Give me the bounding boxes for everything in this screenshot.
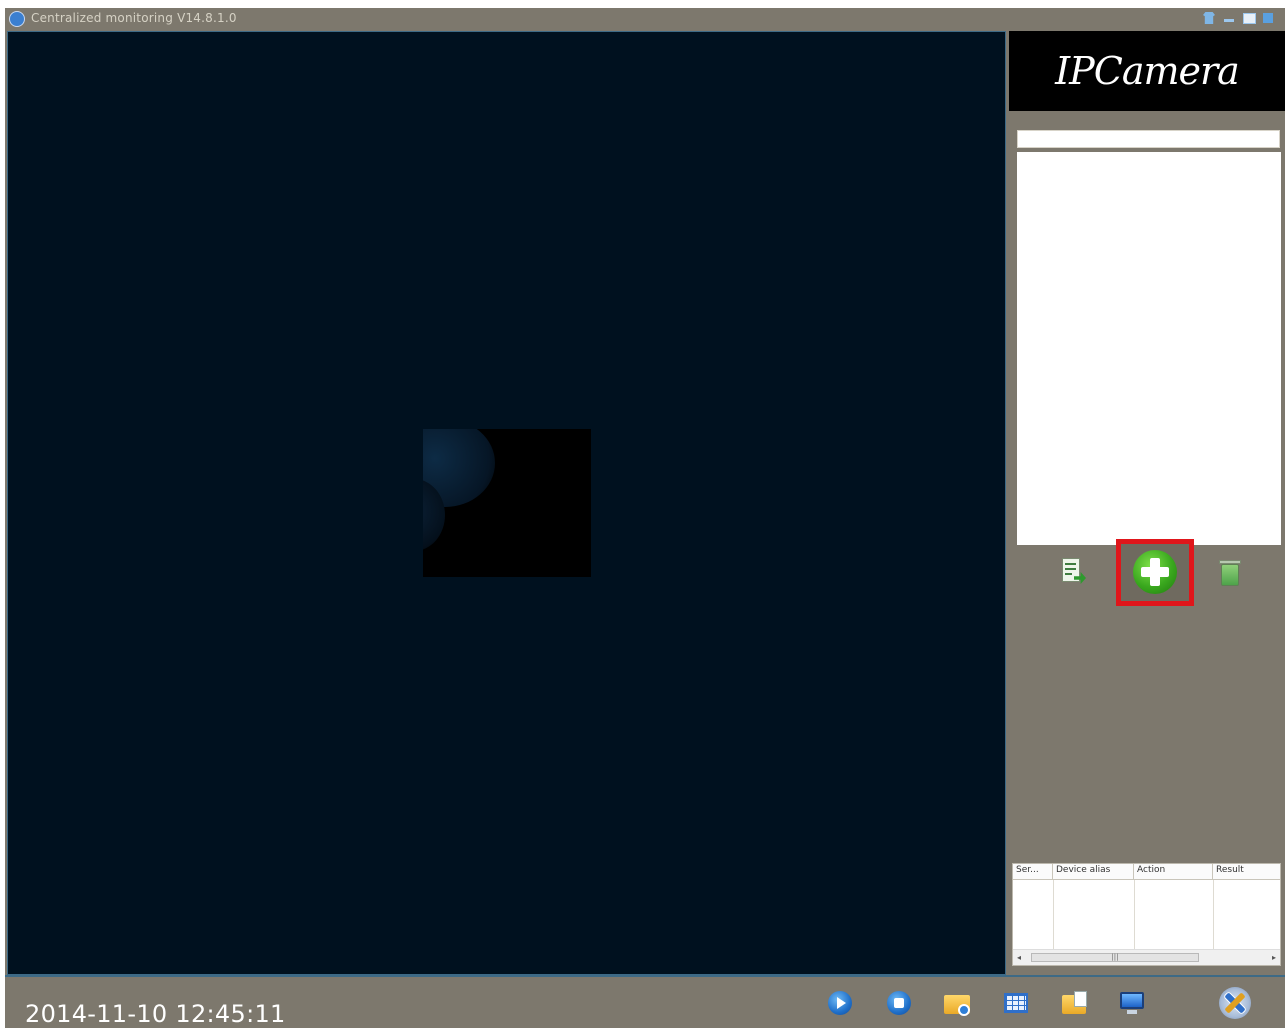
app-window: Centralized monitoring V14.8.1.0 IPCamer…	[5, 8, 1285, 1028]
current-datetime: 2014-11-10 12:45:11	[25, 1000, 286, 1028]
brand-logo: IPCamera	[1009, 31, 1285, 111]
edit-device-icon[interactable]	[1062, 558, 1086, 586]
settings-tools-icon[interactable]	[1215, 983, 1255, 1023]
status-bar: 2014-11-10 12:45:11	[5, 975, 1285, 1028]
maximize-icon[interactable]	[1241, 11, 1257, 25]
video-view[interactable]	[7, 31, 1006, 975]
close-icon[interactable]	[1261, 11, 1277, 25]
add-device-icon	[1133, 550, 1177, 594]
scroll-left-icon[interactable]: ◂	[1017, 953, 1021, 962]
device-list[interactable]	[1017, 152, 1281, 545]
skin-icon[interactable]	[1201, 11, 1217, 25]
snapshot-folder-icon[interactable]	[1061, 989, 1089, 1017]
play-icon[interactable]	[826, 989, 854, 1017]
device-actions	[1007, 536, 1285, 608]
record-folder-icon[interactable]	[943, 989, 971, 1017]
log-col-result[interactable]: Result	[1213, 864, 1280, 879]
window-title: Centralized monitoring V14.8.1.0	[31, 11, 237, 25]
minimize-icon[interactable]	[1221, 11, 1237, 25]
window-controls	[1201, 11, 1277, 27]
layout-grid-icon[interactable]	[1002, 989, 1030, 1017]
device-search-input[interactable]	[1017, 130, 1280, 148]
log-col-serial[interactable]: Ser...	[1013, 864, 1053, 879]
device-panel: IPCamera Ser... Device alias Action Resu…	[1007, 31, 1285, 975]
log-col-device-alias[interactable]: Device alias	[1053, 864, 1134, 879]
stop-icon[interactable]	[885, 989, 913, 1017]
title-bar: Centralized monitoring V14.8.1.0	[5, 8, 1285, 31]
log-col-action[interactable]: Action	[1134, 864, 1213, 879]
log-body	[1013, 880, 1280, 950]
log-header: Ser... Device alias Action Result	[1013, 864, 1280, 880]
event-log-table: Ser... Device alias Action Result ◂ ||| …	[1012, 863, 1281, 966]
loading-animation	[423, 429, 591, 577]
add-device-button[interactable]	[1116, 539, 1194, 606]
monitor-icon[interactable]	[1118, 989, 1146, 1017]
scroll-right-icon[interactable]: ▸	[1272, 953, 1276, 962]
scroll-thumb[interactable]: |||	[1031, 953, 1199, 962]
log-horizontal-scrollbar[interactable]: ◂ ||| ▸	[1013, 949, 1280, 965]
app-icon	[9, 11, 25, 27]
delete-device-icon[interactable]	[1219, 560, 1241, 586]
